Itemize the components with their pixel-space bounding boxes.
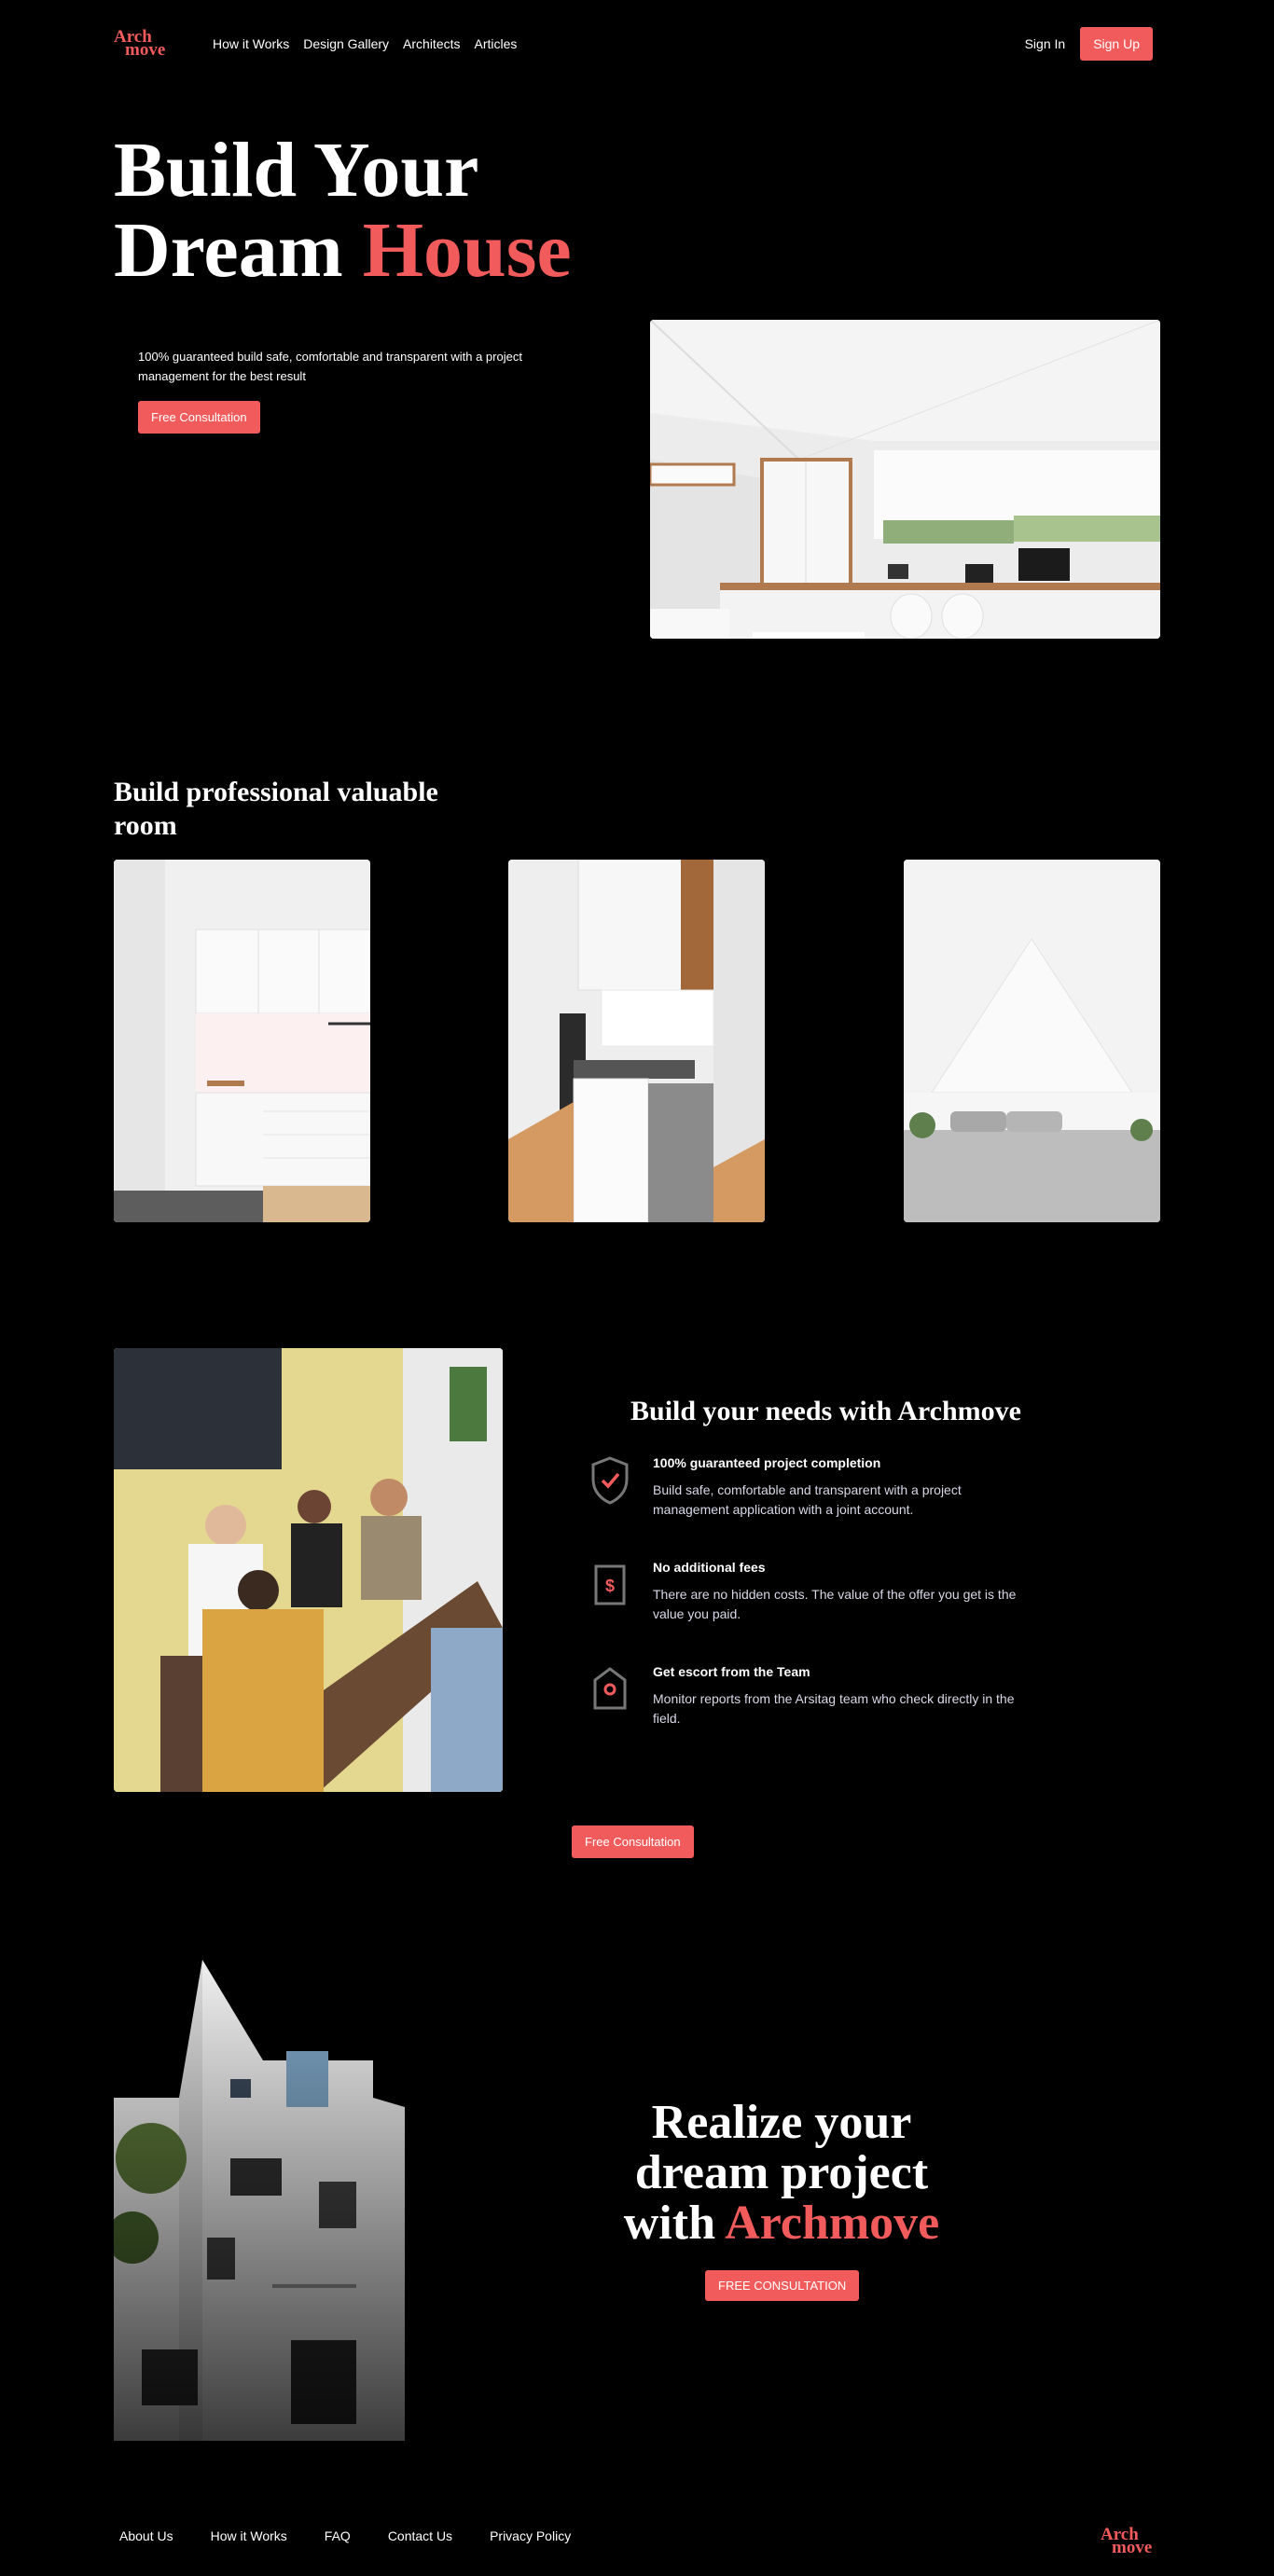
- realize-consultation-button[interactable]: FREE CONSULTATION: [705, 2270, 860, 2301]
- room-card-kitchen-white[interactable]: [114, 860, 370, 1222]
- needs-consultation-button[interactable]: Free Consultation: [572, 1825, 694, 1858]
- tag-icon: [588, 1663, 632, 1715]
- realize-title: Realize your dream project with Archmove: [560, 2098, 1004, 2249]
- room-card-bedroom[interactable]: [904, 860, 1160, 1222]
- footer-link-how-it-works[interactable]: How it Works: [211, 2528, 287, 2543]
- hero-title-line-2: Dream: [114, 207, 343, 294]
- modern-house-image: [114, 1958, 405, 2441]
- realize-line-3: with: [623, 2197, 715, 2250]
- feature-escort-text: Get escort from the Team Monitor reports…: [653, 1663, 1026, 1729]
- needs-section-title: Build your needs with Archmove: [630, 1396, 1021, 1426]
- hero-consultation-button[interactable]: Free Consultation: [138, 401, 260, 434]
- feature-no-fees-text: No additional fees There are no hidden c…: [653, 1559, 1026, 1624]
- realize-line-2: dream project: [634, 2146, 929, 2199]
- footer-link-contact[interactable]: Contact Us: [388, 2528, 452, 2543]
- hero-title-line-1: Build Your: [114, 127, 479, 214]
- footer-link-faq[interactable]: FAQ: [325, 2528, 351, 2543]
- feature-description: Monitor reports from the Arsitag team wh…: [653, 1691, 1015, 1726]
- footer-logo[interactable]: Arch move: [1101, 2526, 1153, 2556]
- sign-in-link[interactable]: Sign In: [1025, 36, 1066, 51]
- nav-auth: Sign In Sign Up: [1025, 27, 1153, 61]
- top-nav: Arch move How it Works Design Gallery Ar…: [114, 26, 1153, 62]
- brand-logo[interactable]: Arch move: [114, 28, 166, 59]
- realize-accent: Archmove: [725, 2197, 940, 2250]
- dollar-document-icon: $: [588, 1559, 632, 1611]
- feature-escort: Get escort from the Team Monitor reports…: [588, 1663, 1035, 1729]
- sign-up-button[interactable]: Sign Up: [1080, 27, 1153, 61]
- feature-no-fees: $ No additional fees There are no hidden…: [588, 1559, 1035, 1624]
- feature-guarantee: 100% guaranteed project completion Build…: [588, 1454, 1035, 1520]
- nav-links: How it Works Design Gallery Architects A…: [213, 36, 517, 51]
- nav-link-how-it-works[interactable]: How it Works: [213, 36, 289, 51]
- team-meeting-image: [114, 1348, 503, 1792]
- hero-title-accent: House: [362, 207, 572, 294]
- svg-text:$: $: [605, 1577, 615, 1595]
- rooms-section-title: Build professional valuable room: [114, 777, 438, 841]
- hero-interior-image: [650, 320, 1160, 639]
- shield-check-icon: [588, 1454, 632, 1507]
- footer-link-privacy[interactable]: Privacy Policy: [490, 2528, 571, 2543]
- footer-link-about[interactable]: About Us: [119, 2528, 173, 2543]
- hero-description: 100% guaranteed build safe, comfortable …: [138, 350, 522, 383]
- feature-title: Get escort from the Team: [653, 1664, 810, 1679]
- hero-title: Build Your Dream House: [114, 131, 572, 291]
- nav-link-architects[interactable]: Architects: [403, 36, 460, 51]
- nav-link-articles[interactable]: Articles: [475, 36, 518, 51]
- realize-line-1: Realize your: [651, 2096, 912, 2149]
- room-card-kitchen-wood[interactable]: [508, 860, 765, 1222]
- feature-description: Build safe, comfortable and transparent …: [653, 1482, 962, 1517]
- feature-guarantee-text: 100% guaranteed project completion Build…: [653, 1454, 1026, 1520]
- feature-title: No additional fees: [653, 1560, 766, 1575]
- feature-description: There are no hidden costs. The value of …: [653, 1587, 1017, 1621]
- nav-link-design-gallery[interactable]: Design Gallery: [303, 36, 389, 51]
- footer-links: About Us How it Works FAQ Contact Us Pri…: [119, 2528, 571, 2543]
- feature-title: 100% guaranteed project completion: [653, 1455, 881, 1470]
